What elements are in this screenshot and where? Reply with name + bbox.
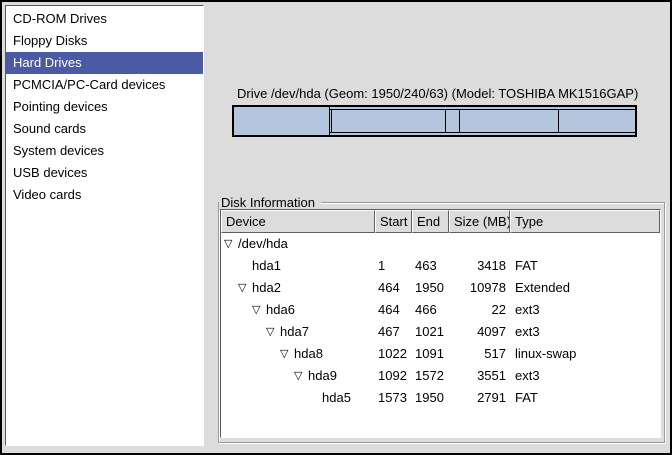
end-cell: 1950: [412, 277, 449, 299]
start-cell: 464: [375, 277, 412, 299]
logical-partition-boundary-1: [445, 110, 446, 132]
table-row-hda5[interactable]: hda5 157319502791FAT: [221, 387, 660, 409]
device-cell: hda1: [221, 255, 375, 277]
device-name: /dev/hda: [238, 233, 288, 255]
end-cell: 1021: [412, 321, 449, 343]
device-name: hda2: [252, 277, 281, 299]
size-cell: 4097: [449, 321, 510, 343]
partition-table: DeviceStartEndSize (MB)Type ▽/dev/hdahda…: [220, 209, 661, 438]
sidebar-item-system-devices[interactable]: System devices: [6, 140, 203, 162]
start-cell: [375, 233, 412, 255]
column-header-end[interactable]: End: [412, 210, 449, 233]
start-cell: 1573: [375, 387, 412, 409]
disk-information-frame: Disk Information DeviceStartEndSize (MB)…: [218, 202, 665, 443]
size-cell: 517: [449, 343, 510, 365]
end-cell: 463: [412, 255, 449, 277]
sidebar-item-hard-drives[interactable]: Hard Drives: [6, 52, 203, 74]
size-cell: 2791: [449, 387, 510, 409]
end-cell: 1091: [412, 343, 449, 365]
start-cell: 1: [375, 255, 412, 277]
expander-icon[interactable]: ▽: [238, 277, 252, 299]
start-cell: 467: [375, 321, 412, 343]
device-name: hda6: [266, 299, 295, 321]
expander-icon[interactable]: ▽: [224, 233, 238, 255]
extended-partition-box: [329, 109, 635, 133]
device-cell: ▽hda7: [221, 321, 375, 343]
end-cell: 1950: [412, 387, 449, 409]
sidebar-item-pcmcia-pc-card-devices[interactable]: PCMCIA/PC-Card devices: [6, 74, 203, 96]
device-name: hda5: [322, 387, 351, 409]
end-cell: [412, 233, 449, 255]
device-cell: hda5: [221, 387, 375, 409]
column-header-start[interactable]: Start: [375, 210, 412, 233]
device-name: hda7: [280, 321, 309, 343]
device-cell: ▽hda2: [221, 277, 375, 299]
logical-partition-boundary-3: [558, 110, 559, 132]
size-cell: 3418: [449, 255, 510, 277]
end-cell: 466: [412, 299, 449, 321]
device-cell: ▽/dev/hda: [221, 233, 375, 255]
drive-title: Drive /dev/hda (Geom: 1950/240/63) (Mode…: [237, 86, 638, 101]
column-header-type[interactable]: Type: [510, 210, 660, 233]
partition-map: [232, 105, 637, 137]
sidebar-item-floppy-disks[interactable]: Floppy Disks: [6, 30, 203, 52]
type-cell: ext3: [510, 365, 660, 387]
expander-icon[interactable]: ▽: [266, 321, 280, 343]
sidebar-item-cd-rom-drives[interactable]: CD-ROM Drives: [6, 8, 203, 30]
expander-icon[interactable]: ▽: [294, 365, 308, 387]
device-cell: ▽hda8: [221, 343, 375, 365]
device-name: hda8: [294, 343, 323, 365]
sidebar-item-sound-cards[interactable]: Sound cards: [6, 118, 203, 140]
expander-icon[interactable]: ▽: [280, 343, 294, 365]
size-cell: [449, 233, 510, 255]
device-cell: ▽hda6: [221, 299, 375, 321]
table-row-hda6[interactable]: ▽hda646446622ext3: [221, 299, 660, 321]
logical-partition-boundary-2: [459, 110, 460, 132]
column-header-device[interactable]: Device: [221, 210, 375, 233]
size-cell: 3551: [449, 365, 510, 387]
hardware-browser-window: CD-ROM DrivesFloppy DisksHard DrivesPCMC…: [0, 0, 672, 455]
device-cell: ▽hda9: [221, 365, 375, 387]
size-cell: 22: [449, 299, 510, 321]
device-name: hda1: [252, 255, 281, 277]
start-cell: 1092: [375, 365, 412, 387]
start-cell: 464: [375, 299, 412, 321]
device-name: hda9: [308, 365, 337, 387]
table-row-hda7[interactable]: ▽hda746710214097ext3: [221, 321, 660, 343]
type-cell: [510, 233, 660, 255]
table-row-hda2[interactable]: ▽hda2464195010978Extended: [221, 277, 660, 299]
type-cell: FAT: [510, 387, 660, 409]
start-cell: 1022: [375, 343, 412, 365]
type-cell: ext3: [510, 299, 660, 321]
sidebar-item-usb-devices[interactable]: USB devices: [6, 162, 203, 184]
sidebar-item-pointing-devices[interactable]: Pointing devices: [6, 96, 203, 118]
type-cell: linux-swap: [510, 343, 660, 365]
logical-partition-boundary-0: [331, 110, 332, 132]
sidebar-item-video-cards[interactable]: Video cards: [6, 184, 203, 206]
partition-table-header: DeviceStartEndSize (MB)Type: [221, 210, 660, 233]
type-cell: Extended: [510, 277, 660, 299]
partition-table-body: ▽/dev/hdahda114633418FAT▽hda246419501097…: [221, 233, 660, 437]
column-header-size-mb[interactable]: Size (MB): [449, 210, 510, 233]
device-category-list: CD-ROM DrivesFloppy DisksHard DrivesPCMC…: [5, 5, 204, 446]
disk-information-frame-label: Disk Information: [219, 196, 321, 210]
size-cell: 10978: [449, 277, 510, 299]
table-row-hda9[interactable]: ▽hda9109215723551ext3: [221, 365, 660, 387]
table-row-hda8[interactable]: ▽hda810221091517linux-swap: [221, 343, 660, 365]
table-row-dev-hda[interactable]: ▽/dev/hda: [221, 233, 660, 255]
end-cell: 1572: [412, 365, 449, 387]
expander-icon[interactable]: ▽: [252, 299, 266, 321]
type-cell: FAT: [510, 255, 660, 277]
table-row-hda1[interactable]: hda1 14633418FAT: [221, 255, 660, 277]
type-cell: ext3: [510, 321, 660, 343]
